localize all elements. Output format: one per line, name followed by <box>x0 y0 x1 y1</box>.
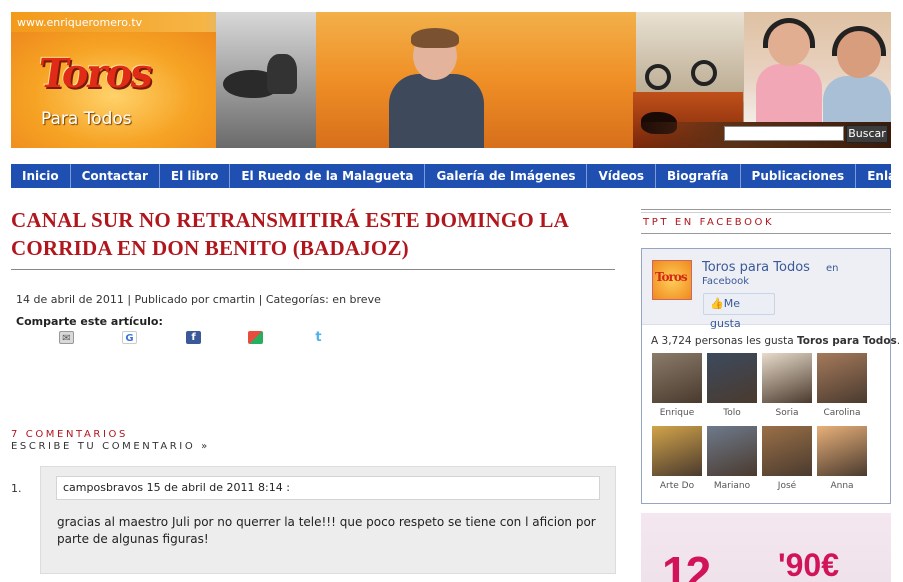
twitter-icon[interactable]: t <box>311 331 326 344</box>
nav-item-el-ruedo[interactable]: El Ruedo de la Malagueta <box>230 164 426 188</box>
facebook-link[interactable]: Facebook <box>702 276 749 287</box>
fan-avatar[interactable]: Soria <box>761 353 815 418</box>
fan-photo <box>762 353 812 403</box>
fan-avatar[interactable]: Carolina <box>816 353 870 418</box>
nav-item-videos[interactable]: Vídeos <box>587 164 656 188</box>
sidebar-divider <box>641 233 891 234</box>
fan-avatar[interactable]: José <box>761 426 815 491</box>
ad-big-number[interactable]: 12 <box>662 546 711 582</box>
sidebar-divider <box>641 212 891 213</box>
nav-item-contactar[interactable]: Contactar <box>71 164 160 188</box>
presenter-figure <box>389 74 484 148</box>
nav-item-el-libro[interactable]: El libro <box>160 164 231 188</box>
fan-count-suffix: . <box>896 335 901 347</box>
fan-avatar[interactable]: Arte Do <box>651 426 705 491</box>
windows-live-icon[interactable] <box>248 331 263 344</box>
fan-photo <box>652 426 702 476</box>
share-label: Comparte este artículo: <box>16 315 163 328</box>
logo-subtitle[interactable]: Para Todos <box>41 109 132 129</box>
sidebar-divider <box>641 209 891 210</box>
search-input[interactable] <box>724 126 844 141</box>
write-comment-link[interactable]: ESCRIBE TU COMENTARIO » <box>11 441 210 452</box>
search-button[interactable]: Buscar <box>846 125 888 143</box>
facebook-page-name[interactable]: Toros para Todos <box>702 260 810 275</box>
fan-avatar[interactable]: Anna <box>816 426 870 491</box>
post-title[interactable]: CANAL SUR NO RETRANSMITIRÁ ESTE DOMINGO … <box>11 206 611 262</box>
fan-name: Mariano <box>713 481 751 491</box>
moto-wheel <box>691 60 717 86</box>
google-icon[interactable]: G <box>122 331 137 344</box>
thumbs-up-icon: 👍 <box>710 297 724 310</box>
nav-item-publicaciones[interactable]: Publicaciones <box>741 164 857 188</box>
fan-name: Soria <box>775 408 799 418</box>
presenter-hair <box>411 28 459 48</box>
moto-wheel <box>645 64 671 90</box>
fan-name: Arte Do <box>659 481 695 491</box>
post-meta: 14 de abril de 2011 | Publicado por cmar… <box>16 293 381 306</box>
fan-avatar[interactable]: Mariano <box>706 426 760 491</box>
title-divider <box>11 269 615 270</box>
main-nav: Inicio Contactar El libro El Ruedo de la… <box>11 164 903 188</box>
comments-count: 7 COMENTARIOS <box>11 429 128 440</box>
commentator-figure <box>756 64 822 122</box>
fan-count-page[interactable]: Toros para Todos <box>797 335 897 347</box>
fan-photo <box>762 426 812 476</box>
fan-name: Tolo <box>723 408 741 418</box>
fan-name: Enrique <box>659 408 695 418</box>
commentator-figure <box>823 76 891 122</box>
fan-photo <box>817 426 867 476</box>
fan-photo <box>707 426 757 476</box>
nav-item-biografia[interactable]: Biografía <box>656 164 741 188</box>
nav-item-inicio[interactable]: Inicio <box>11 164 71 188</box>
facebook-fan-count: A 3,724 personas les gusta Toros para To… <box>651 335 900 347</box>
fan-name: Anna <box>830 481 854 491</box>
fan-name: José <box>777 481 797 491</box>
fan-count-text: A 3,724 personas les gusta <box>651 335 798 347</box>
sidebar-heading: TPT EN FACEBOOK <box>643 217 775 228</box>
nav-item-enlaces[interactable]: Enlaces <box>856 164 903 188</box>
facebook-on-label: en <box>826 263 839 274</box>
comment-number: 1. <box>11 482 22 495</box>
fan-avatar[interactable]: Tolo <box>706 353 760 418</box>
rider-silhouette <box>267 54 297 94</box>
nav-item-galeria[interactable]: Galería de Imágenes <box>425 164 588 188</box>
ad-price[interactable]: '90€ <box>778 547 839 582</box>
fan-photo <box>652 353 702 403</box>
fan-avatar[interactable]: Enrique <box>651 353 705 418</box>
page-logo-text: Toros <box>655 270 688 284</box>
fan-photo <box>817 353 867 403</box>
comment-body: gracias al maestro Juli por no querrer l… <box>57 515 596 546</box>
fan-photo <box>707 353 757 403</box>
page-logo[interactable]: Toros <box>652 260 692 300</box>
fan-name: Carolina <box>823 408 861 418</box>
facebook-icon[interactable]: f <box>186 331 201 344</box>
email-icon[interactable]: ✉ <box>59 331 74 344</box>
logo-title[interactable]: Toros <box>36 50 155 97</box>
like-button[interactable]: 👍Me gusta <box>703 293 775 330</box>
site-url: www.enriqueromero.tv <box>17 16 143 29</box>
comment-header: camposbravos 15 de abril de 2011 8:14 : <box>56 476 600 500</box>
